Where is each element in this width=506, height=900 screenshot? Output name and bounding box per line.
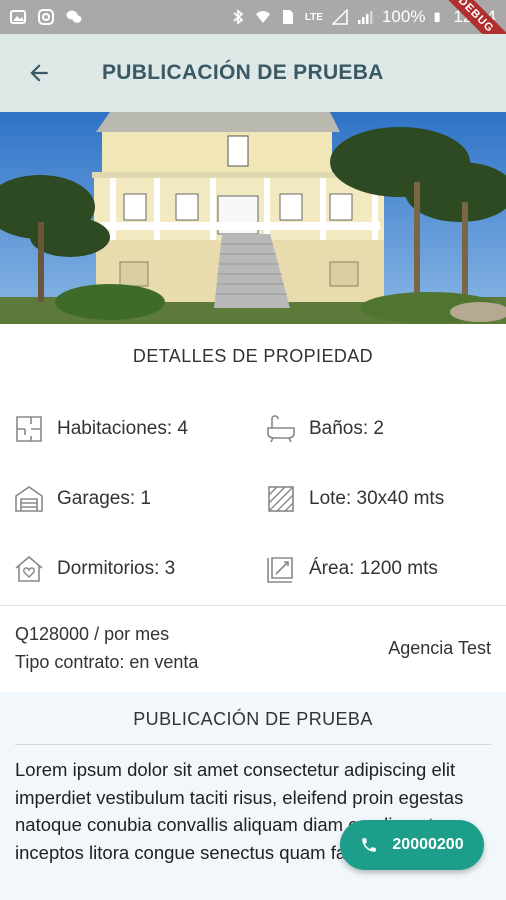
feature-lot: Lote: 30x40 mts	[266, 484, 444, 514]
wifi-icon	[255, 11, 270, 23]
house-photo	[0, 112, 506, 324]
arrow-back-icon	[30, 64, 48, 82]
back-button[interactable]	[0, 34, 78, 112]
feature-bedrooms: Dormitorios: 3	[14, 554, 175, 584]
bathtub-icon	[267, 415, 295, 443]
wechat-icon	[66, 10, 82, 23]
feature-label: Área: 1200 mts	[309, 558, 438, 579]
contract-type: Tipo contrato: en venta	[15, 652, 199, 672]
feature-label: Dormitorios: 3	[57, 558, 176, 579]
network-label: LTE	[304, 11, 323, 23]
feature-garages: Garages: 1	[14, 484, 151, 514]
feature-label: Habitaciones: 4	[57, 418, 188, 439]
bluetooth-icon	[233, 9, 244, 25]
price: Q128000 / por mes	[15, 624, 170, 644]
call-button[interactable]: 20000200	[340, 820, 484, 870]
signal-strength-icon	[357, 11, 373, 24]
feature-area: Área: 1200 mts	[266, 554, 438, 584]
feature-label: Garages: 1	[57, 488, 151, 509]
status-right: LTE 100% 12:04	[230, 7, 496, 27]
status-left	[10, 9, 82, 25]
page-title: PUBLICACIÓN DE PRUEBA	[102, 61, 384, 84]
garage-icon	[15, 486, 43, 512]
battery-icon	[435, 12, 441, 22]
status-bar: LTE 100% 12:04 DEBUG	[0, 0, 506, 64]
area-icon	[267, 557, 293, 583]
divider	[0, 605, 506, 606]
phone-icon	[362, 838, 377, 852]
feature-label: Baños: 2	[309, 418, 384, 439]
home-heart-icon	[15, 555, 43, 582]
battery-percent: 100%	[381, 7, 426, 26]
details-title: DETALLES DE PROPIEDAD	[132, 346, 374, 366]
description-divider	[15, 744, 491, 745]
sim-icon	[282, 10, 293, 24]
page: LTE 100% 12:04 DEBUG PUBLICACIÓN DE PRUE…	[0, 0, 506, 900]
floorplan-icon	[16, 416, 42, 442]
signal-icon	[331, 9, 348, 25]
call-button-label: 20000200	[392, 836, 464, 853]
house-photo-graphic	[0, 112, 506, 324]
agency-name: Agencia Test	[388, 638, 491, 658]
feature-label: Lote: 30x40 mts	[309, 488, 445, 509]
feature-rooms: Habitaciones: 4	[14, 414, 188, 444]
lot-icon	[268, 486, 294, 512]
gallery-icon	[10, 10, 26, 24]
feature-bathrooms: Baños: 2	[266, 414, 384, 444]
description-title: PUBLICACIÓN DE PRUEBA	[133, 709, 373, 729]
app-bar: PUBLICACIÓN DE PRUEBA	[0, 34, 506, 112]
instagram-icon	[38, 9, 54, 25]
